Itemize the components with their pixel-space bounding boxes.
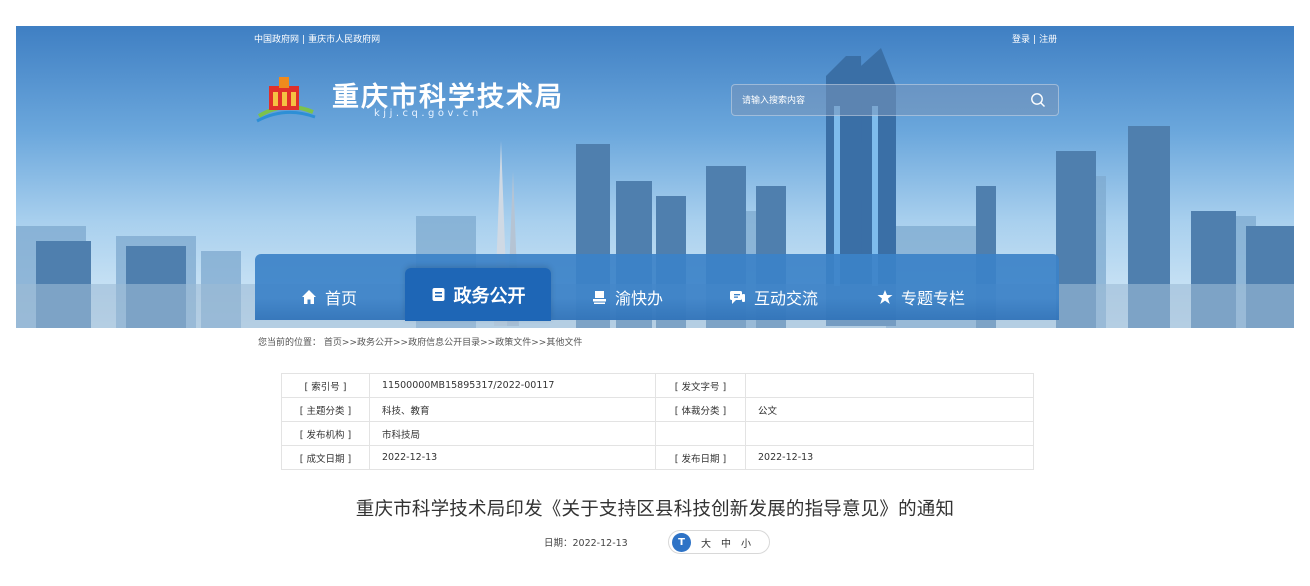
- star-icon: [877, 290, 893, 304]
- link-gov-portal[interactable]: 中国政府网: [254, 35, 299, 45]
- table-row: [ 成文日期 ] 2022-12-13 [ 发布日期 ] 2022-12-13: [281, 445, 1034, 470]
- nav-item-gov-affairs[interactable]: 政务公开: [405, 268, 551, 321]
- link-city-gov[interactable]: 重庆市人民政府网: [308, 35, 380, 45]
- breadcrumb-separator: >>: [341, 338, 357, 348]
- separator: |: [1033, 35, 1037, 45]
- table-row: [ 主题分类 ] 科技、教育 [ 体裁分类 ] 公文: [281, 397, 1034, 422]
- nav-item-label: 专题专栏: [901, 289, 966, 308]
- nav-item-label: 首页: [325, 289, 358, 308]
- meta-key: [ 索引号 ]: [281, 373, 370, 398]
- table-row: [ 索引号 ] 11500000MB15895317/2022-00117 [ …: [281, 373, 1034, 398]
- breadcrumb-item[interactable]: 政务公开: [357, 338, 393, 348]
- user-links: 登录 | 注册: [1012, 32, 1057, 45]
- meta-value: 2022-12-13: [369, 445, 656, 470]
- font-size-icon: T: [672, 532, 691, 552]
- meta-value: 2022-12-13: [745, 445, 1034, 470]
- document-meta-table: [ 索引号 ] 11500000MB15895317/2022-00117 [ …: [281, 373, 1034, 470]
- nav-item-yukuaiban[interactable]: 渝快办: [592, 279, 663, 315]
- breadcrumb-item[interactable]: 其他文件: [546, 338, 582, 348]
- font-size-medium-button[interactable]: 中: [721, 535, 731, 550]
- nav-item-label: 政务公开: [453, 285, 526, 307]
- top-links: 中国政府网 | 重庆市人民政府网: [254, 32, 380, 45]
- nav-item-interaction[interactable]: 互动交流: [729, 279, 818, 315]
- meta-value: 11500000MB15895317/2022-00117: [369, 373, 656, 398]
- breadcrumb-prefix: 您当前的位置：: [258, 338, 322, 348]
- table-row: [ 发布机构 ] 市科技局: [281, 421, 1034, 446]
- nav-item-label: 渝快办: [615, 289, 664, 308]
- search-input[interactable]: [742, 91, 1012, 111]
- meta-key: [ 体裁分类 ]: [655, 397, 746, 422]
- font-size-large-button[interactable]: 大: [701, 535, 711, 550]
- chat-icon: [730, 290, 745, 304]
- site-domain: kjj.cq.gov.cn: [374, 108, 482, 119]
- breadcrumb-item[interactable]: 政府信息公开目录: [408, 338, 480, 348]
- meta-value: 公文: [745, 397, 1034, 422]
- stamp-icon: [593, 290, 606, 304]
- nav-item-home[interactable]: 首页: [301, 279, 357, 315]
- meta-key: [ 成文日期 ]: [281, 445, 370, 470]
- meta-key: [ 发文字号 ]: [655, 373, 746, 398]
- search-box: [731, 84, 1059, 116]
- breadcrumb: 您当前的位置： 首页>>政务公开>>政府信息公开目录>>政策文件>>其他文件: [258, 335, 582, 348]
- meta-value: 市科技局: [369, 421, 656, 446]
- article-date: 日期：2022-12-13: [544, 538, 628, 549]
- meta-value: 科技、教育: [369, 397, 656, 422]
- breadcrumb-separator: >>: [393, 338, 409, 348]
- meta-value: [745, 421, 1034, 446]
- breadcrumb-item[interactable]: 政策文件: [495, 338, 531, 348]
- breadcrumb-separator: >>: [480, 338, 496, 348]
- meta-key: [655, 421, 746, 446]
- site-logo-icon[interactable]: [255, 72, 317, 124]
- font-size-small-button[interactable]: 小: [741, 535, 751, 550]
- main-nav: 首页 政务公开 渝快办 互动交流 专题专栏: [255, 254, 1059, 321]
- nav-item-label: 互动交流: [754, 289, 819, 308]
- nav-item-special-topics[interactable]: 专题专栏: [877, 279, 965, 315]
- document-icon: [432, 288, 444, 301]
- meta-key: [ 发布机构 ]: [281, 421, 370, 446]
- header-banner: 中国政府网 | 重庆市人民政府网 登录 | 注册 重庆市科学技术局 kjj.cq.gov…: [16, 26, 1294, 328]
- separator: |: [302, 35, 306, 45]
- register-link[interactable]: 注册: [1039, 35, 1057, 45]
- breadcrumb-item[interactable]: 首页: [324, 338, 342, 348]
- breadcrumb-separator: >>: [531, 338, 547, 348]
- article-title: 重庆市科学技术局印发《关于支持区县科技创新发展的指导意见》的通知: [355, 499, 955, 520]
- meta-key: [ 发布日期 ]: [655, 445, 746, 470]
- meta-value: [745, 373, 1034, 398]
- login-link[interactable]: 登录: [1012, 35, 1030, 45]
- font-size-control: T 大 中 小: [668, 530, 770, 554]
- search-icon[interactable]: [1030, 92, 1046, 108]
- meta-key: [ 主题分类 ]: [281, 397, 370, 422]
- home-icon: [302, 290, 316, 304]
